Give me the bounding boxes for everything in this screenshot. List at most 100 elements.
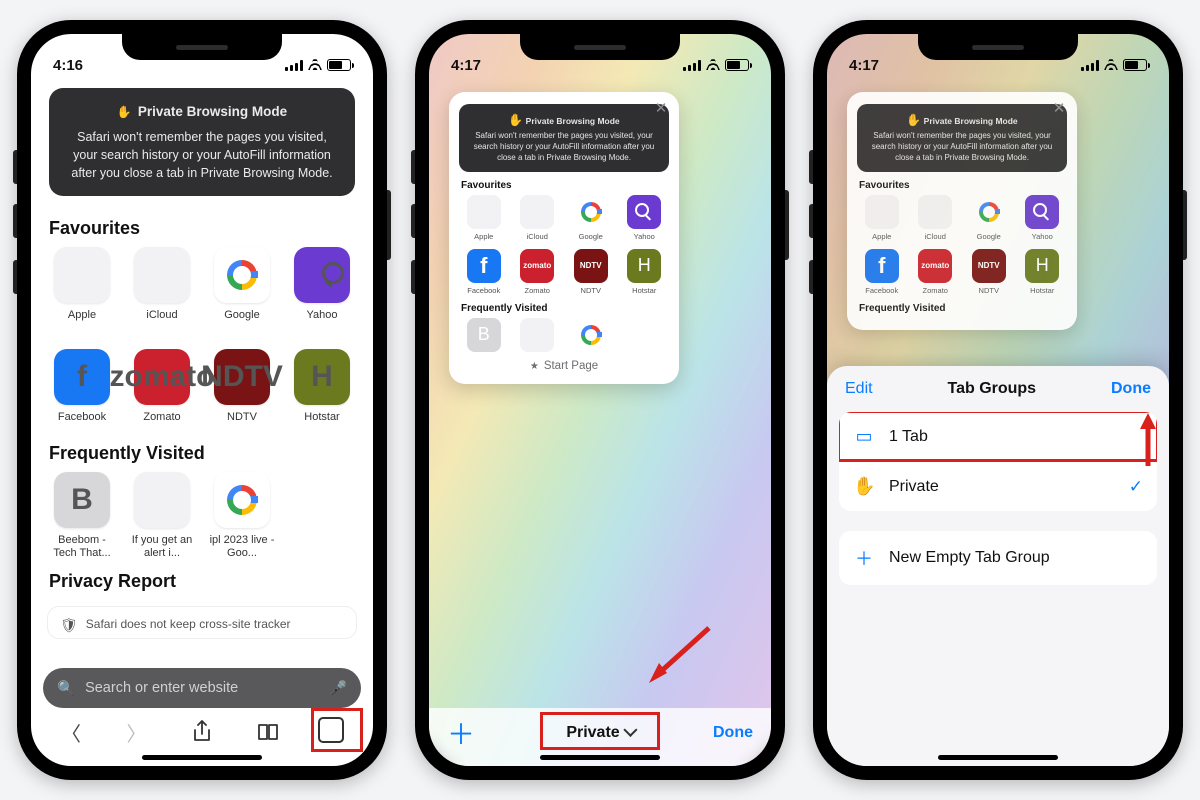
privacy-report-card[interactable]: Safari does not keep cross-site tracker: [47, 606, 357, 639]
new-tab-button[interactable]: ＋: [447, 713, 475, 753]
zomato-icon: zomato: [134, 349, 190, 405]
status-time: 4:16: [53, 57, 83, 74]
address-placeholder: Search or enter website: [85, 680, 319, 696]
tab-preview-card[interactable]: ✕ Private Browsing Mode Safari won't rem…: [449, 92, 679, 384]
share-button[interactable]: [180, 714, 224, 750]
bottom-toolbar: 〈 〉: [43, 708, 361, 750]
apple-icon: [134, 247, 190, 303]
bookmarks-button[interactable]: [246, 714, 290, 750]
done-button[interactable]: Done: [1111, 380, 1151, 398]
freq-beebom[interactable]: BBeebom - Tech That...: [47, 472, 117, 559]
screen-1: 4:16 Private Browsing Mode Safari won't …: [31, 34, 373, 766]
mini-freq-heading: Frequently Visited: [461, 303, 669, 314]
notch: [918, 34, 1078, 60]
close-tab-button[interactable]: ✕: [1049, 98, 1069, 118]
freq-apple-alert[interactable]: If you get an alert i...: [127, 472, 197, 559]
battery-icon: [725, 59, 749, 71]
status-time: 4:17: [849, 57, 879, 74]
fav-icloud[interactable]: iCloud: [127, 247, 197, 333]
plus-icon: ＋: [853, 545, 875, 571]
tab-groups-sheet: Edit Tab Groups Done ▭ 1 Tab ✋ Private ✓: [827, 366, 1169, 766]
tab-group-dropdown[interactable]: Private: [566, 724, 633, 742]
status-time: 4:17: [451, 57, 481, 74]
status-icons: [683, 56, 749, 74]
tab-group-private[interactable]: ✋ Private ✓: [839, 461, 1157, 511]
private-mode-banner: Private Browsing Mode Safari won't remem…: [49, 88, 355, 196]
checkmark-icon: ✓: [1129, 477, 1143, 497]
mini-banner: Private Browsing Mode Safari won't remem…: [459, 104, 669, 172]
phone-3: 4:17 ✕ Private Browsing ModeSafari won't…: [813, 20, 1183, 780]
favourites-grid: Apple iCloud Google Yahoo fFacebook zoma…: [47, 247, 357, 435]
ndtv-icon: NDTV: [214, 349, 270, 405]
new-tab-group-button[interactable]: ＋ New Empty Tab Group: [839, 531, 1157, 585]
wifi-icon: [706, 56, 720, 74]
tab-overview: ✕ Private Browsing ModeSafari won't reme…: [827, 78, 1169, 330]
hotstar-icon: H: [294, 349, 350, 405]
forward-button[interactable]: 〉: [115, 714, 159, 750]
favourites-heading: Favourites: [49, 218, 357, 239]
frequently-grid: BBeebom - Tech That... If you get an ale…: [47, 472, 357, 559]
close-tab-button[interactable]: ✕: [651, 98, 671, 118]
fav-google[interactable]: Google: [207, 247, 277, 333]
battery-icon: [327, 59, 351, 71]
fav-hotstar[interactable]: HHotstar: [287, 349, 357, 435]
tab-overview: ✕ Private Browsing Mode Safari won't rem…: [429, 78, 771, 708]
fav-apple[interactable]: Apple: [47, 247, 117, 333]
tab-group-1-tab[interactable]: ▭ 1 Tab: [839, 412, 1157, 461]
frequently-heading: Frequently Visited: [49, 443, 357, 464]
done-button[interactable]: Done: [713, 724, 753, 742]
cellular-icon: [285, 60, 303, 71]
tabs-row-icon: ▭: [853, 426, 875, 447]
tab-groups-list: ▭ 1 Tab ✋ Private ✓: [839, 412, 1157, 511]
screen-3: 4:17 ✕ Private Browsing ModeSafari won't…: [827, 34, 1169, 766]
fav-ndtv[interactable]: NDTVNDTV: [207, 349, 277, 435]
tab-groups-actions: ＋ New Empty Tab Group: [839, 531, 1157, 585]
home-indicator[interactable]: [540, 755, 660, 760]
screen-2: 4:17 ✕ Private Browsing Mode Safari won'…: [429, 34, 771, 766]
hand-icon: [508, 116, 523, 126]
fav-zomato[interactable]: zomatoZomato: [127, 349, 197, 435]
google-icon: [214, 472, 270, 528]
mic-icon[interactable]: 🎤: [329, 680, 347, 697]
back-button[interactable]: 〈: [49, 714, 93, 750]
sheet-header: Edit Tab Groups Done: [827, 366, 1169, 408]
row-label: Private: [889, 478, 939, 496]
google-icon: [214, 247, 270, 303]
address-bar[interactable]: 🔍 Search or enter website 🎤: [43, 668, 361, 708]
privacy-text: Safari does not keep cross-site tracker: [86, 617, 291, 631]
yahoo-icon: [294, 247, 350, 303]
freq-ipl[interactable]: ipl 2023 live - Goo...: [207, 472, 277, 559]
search-icon: 🔍: [57, 680, 75, 697]
notch: [122, 34, 282, 60]
apple-icon: [134, 472, 190, 528]
mini-fav-heading: Favourites: [461, 180, 669, 191]
home-indicator[interactable]: [938, 755, 1058, 760]
fav-yahoo[interactable]: Yahoo: [287, 247, 357, 333]
sheet-title: Tab Groups: [947, 380, 1036, 398]
bottom-chrome: 🔍 Search or enter website 🎤 〈 〉: [31, 660, 373, 766]
fav-facebook[interactable]: fFacebook: [47, 349, 117, 435]
wifi-icon: [308, 56, 322, 74]
status-icons: [285, 56, 351, 74]
battery-icon: [1123, 59, 1147, 71]
phone-2: 4:17 ✕ Private Browsing Mode Safari won'…: [415, 20, 785, 780]
hand-icon: [117, 102, 132, 122]
site-icon: B: [54, 472, 110, 528]
cellular-icon: [683, 60, 701, 71]
start-page: Private Browsing Mode Safari won't remem…: [31, 78, 373, 660]
tabs-button[interactable]: [311, 714, 355, 750]
home-indicator[interactable]: [142, 755, 262, 760]
mini-fav-grid: Apple iCloud Google Yahoo fFacebook zoma…: [459, 195, 669, 295]
cellular-icon: [1081, 60, 1099, 71]
tabs-icon: [322, 721, 344, 743]
private-icon: ✋: [853, 476, 875, 497]
edit-button[interactable]: Edit: [845, 380, 873, 398]
chevron-down-icon: [624, 724, 634, 742]
banner-body: Safari won't remember the pages you visi…: [65, 128, 339, 182]
row-label: New Empty Tab Group: [889, 549, 1050, 567]
tab-preview-card[interactable]: ✕ Private Browsing ModeSafari won't reme…: [847, 92, 1077, 330]
star-icon: [530, 360, 539, 372]
row-label: 1 Tab: [889, 428, 928, 446]
privacy-heading: Privacy Report: [49, 571, 357, 592]
apple-icon: [54, 247, 110, 303]
